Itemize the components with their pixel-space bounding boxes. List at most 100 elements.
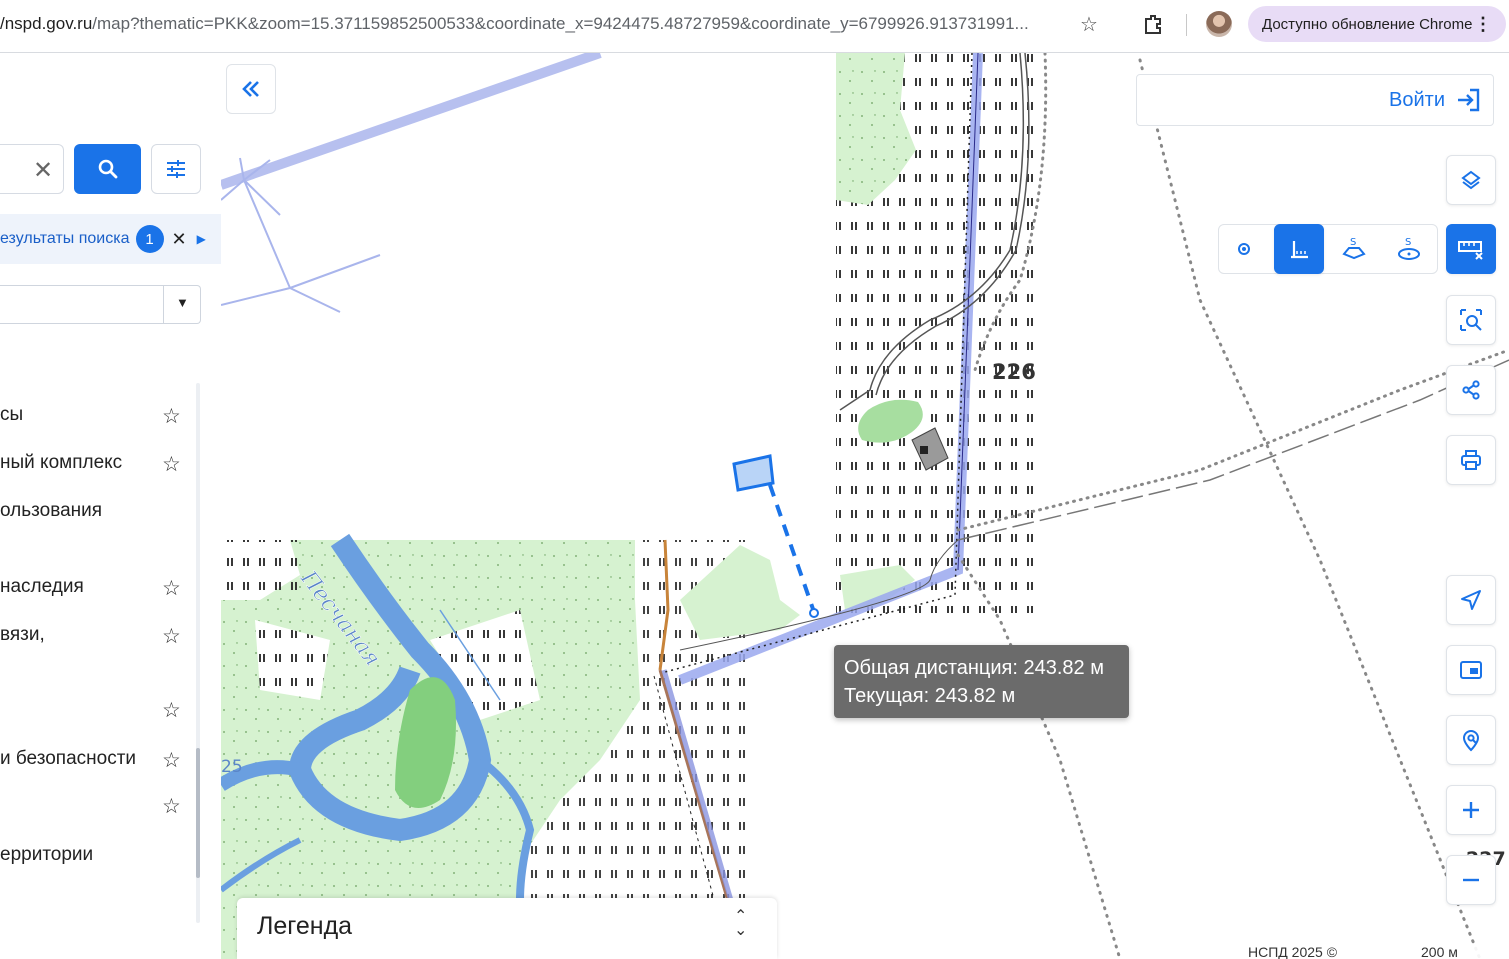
favorite-star-icon[interactable]: ☆ [162,452,181,477]
current-distance-text: Текущая: 243.82 м [844,685,1016,707]
favorite-star-icon[interactable]: ☆ [162,794,181,819]
layer-item[interactable]: сы ☆ [0,404,195,434]
panel-scrollbar[interactable] [196,383,200,923]
favorite-star-icon[interactable]: ☆ [162,624,181,649]
powerline [221,53,602,313]
elevation-label: 25 [221,757,243,777]
select-area-button[interactable] [1446,295,1496,345]
chrome-update-button[interactable]: Доступно обновление Chrome ⋮ [1248,6,1506,42]
browser-toolbar: /nspd.gov.ru/map?thematic=PKK&zoom=15.37… [0,0,1509,53]
map-canvas[interactable]: Песчаная [221,53,1509,959]
layer-item-label: вязи, [0,624,45,645]
legend-title: Легенда [257,912,353,940]
filter-button[interactable] [151,144,201,194]
layers-icon [1461,170,1481,190]
measure-tooltip: Общая дистанция: 243.82 м Текущая: 243.8… [834,645,1129,718]
measure-area-button[interactable]: S [1329,224,1379,274]
search-input[interactable]: ✕ [0,144,64,194]
layer-item[interactable]: вязи, ☆ [0,624,195,654]
minus-icon [1463,878,1479,882]
measure-point-button[interactable] [1219,224,1269,274]
sliders-icon [167,160,185,178]
plus-icon [1463,802,1479,818]
favorite-star-icon[interactable]: ☆ [162,404,181,429]
more-menu-icon[interactable]: ⋮ [1474,14,1492,35]
close-results-icon[interactable]: ✕ [172,229,187,250]
printer-icon [1461,450,1481,470]
attribution-text: НСПД 2025 © [1248,944,1338,959]
elevation-label: 226 [992,360,1036,384]
svg-text:S: S [1350,237,1356,248]
geolocation-button[interactable] [1446,575,1496,625]
layer-item[interactable]: ный комплекс ☆ [0,452,195,482]
results-count-badge: 1 [135,225,164,253]
layer-item-label: наследия [0,576,84,597]
select-search-icon [1460,309,1482,331]
search-icon [98,159,117,179]
layer-item[interactable]: ерритории [0,844,195,874]
bookmark-star-icon[interactable]: ☆ [1072,7,1106,41]
login-button[interactable]: Войти [1136,74,1494,126]
minimap-button[interactable] [1446,645,1496,695]
layer-item[interactable]: ☆ [0,698,195,728]
layer-item-label: сы [0,404,24,425]
toolbar-divider [1186,14,1187,36]
ruler-clear-icon [1458,241,1483,260]
total-distance-text: Общая дистанция: 243.82 м [844,657,1104,679]
map-svg: Песчаная [221,53,1509,959]
layer-item-label: ользования [0,500,103,521]
url-path: /map?thematic=PKK&zoom=15.37115985250053… [92,14,1029,33]
area-icon: S [1342,237,1366,260]
login-label: Войти [1389,88,1445,111]
measure-start-marker[interactable] [732,454,775,492]
profile-avatar[interactable] [1206,11,1232,37]
layer-item-label: и безопасности [0,748,137,769]
zoom-in-button[interactable] [1446,785,1496,835]
share-icon [1462,380,1480,400]
picture-in-picture-icon [1460,661,1482,679]
svg-text:S: S [1405,237,1411,248]
share-button[interactable] [1446,365,1496,415]
extensions-icon[interactable] [1136,7,1170,41]
scrollbar-thumb[interactable] [196,748,200,878]
layer-item[interactable]: ☆ [0,794,195,824]
layer-item-label: ерритории [0,844,94,865]
measure-distance-button[interactable] [1274,224,1324,274]
location-search-icon [1462,730,1480,752]
select-divider [163,286,164,323]
clear-search-icon[interactable]: ✕ [33,156,53,185]
navigation-arrow-icon [1461,590,1481,610]
legend-panel[interactable]: Легенда ⌃ ⌄ [237,898,777,959]
layer-item[interactable]: и безопасности ☆ [0,748,195,778]
address-bar[interactable]: /nspd.gov.ru/map?thematic=PKK&zoom=15.37… [0,14,1029,34]
double-chevron-left-icon [242,81,259,97]
measure-circle-button[interactable]: S [1384,224,1434,274]
layer-item[interactable]: ользования [0,500,195,530]
favorite-star-icon[interactable]: ☆ [162,698,181,723]
layer-item[interactable]: наследия ☆ [0,576,195,606]
clear-measure-button[interactable] [1446,224,1496,274]
print-button[interactable] [1446,435,1496,485]
search-button[interactable] [74,144,141,194]
favorite-star-icon[interactable]: ☆ [162,748,181,773]
zoom-out-button[interactable] [1446,855,1496,905]
circle-area-icon: S [1398,237,1420,260]
ruler-angle-icon [1291,241,1308,259]
login-icon [1458,88,1480,112]
chrome-update-label: Доступно обновление Chrome [1262,15,1473,33]
search-results-tab[interactable]: езультаты поиска 1 ✕ ▶ [0,214,221,264]
url-host: /nspd.gov.ru [0,14,93,33]
favorite-star-icon[interactable]: ☆ [162,576,181,601]
point-icon [1238,243,1250,255]
layers-button[interactable] [1446,155,1496,205]
map-attribution: НСПД 2025 © 200 м [1238,944,1498,959]
chevron-down-icon: ▼ [176,295,189,310]
collapse-panel-button[interactable] [226,64,276,114]
search-location-button[interactable] [1446,715,1496,765]
layer-select[interactable]: ▼ [0,285,201,324]
scale-label: 200 м [1421,944,1458,959]
layer-item-label: ный комплекс [0,452,123,473]
search-results-label: езультаты поиска [0,230,130,247]
caret-right-icon[interactable]: ▶ [197,232,206,246]
expand-collapse-icon[interactable]: ⌃ ⌄ [734,909,747,939]
